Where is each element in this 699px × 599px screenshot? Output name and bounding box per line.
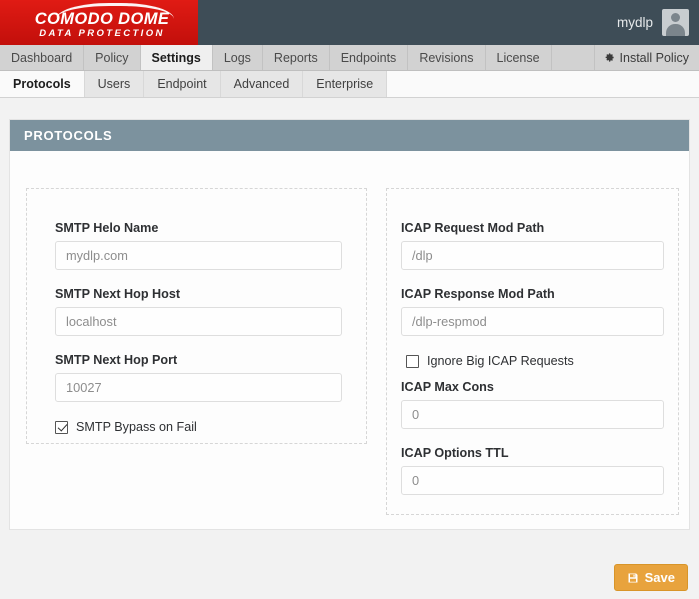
field-smtp-next-hop-host: SMTP Next Hop Host: [55, 287, 342, 336]
field-icap-response-mod-path: ICAP Response Mod Path: [401, 287, 664, 336]
subnav-spacer: [387, 71, 699, 97]
ignore-big-icap-requests-checkbox[interactable]: [406, 354, 419, 368]
nav-item-logs[interactable]: Logs: [212, 45, 263, 70]
smtp-bypass-on-fail-checkbox[interactable]: [55, 420, 68, 434]
nav-item-settings[interactable]: Settings: [140, 45, 213, 70]
subnav-item-protocols[interactable]: Protocols: [0, 71, 85, 97]
nav-item-license[interactable]: License: [485, 45, 552, 70]
icap-request-mod-path-input[interactable]: [401, 241, 664, 270]
user-avatar-icon[interactable]: [662, 9, 689, 36]
field-icap-max-cons: ICAP Max Cons: [401, 380, 664, 429]
comodo-dome-logo[interactable]: COMODO DOME DATA PROTECTION: [0, 0, 198, 45]
nav-item-revisions[interactable]: Revisions: [408, 45, 486, 70]
nav-item-reports[interactable]: Reports: [262, 45, 330, 70]
smtp-next-hop-port-input[interactable]: [55, 373, 342, 402]
ignore-big-icap-requests-label: Ignore Big ICAP Requests: [427, 354, 574, 368]
smtp-bypass-on-fail-label: SMTP Bypass on Fail: [76, 420, 197, 434]
icap-request-mod-path-label: ICAP Request Mod Path: [401, 221, 545, 235]
smtp-next-hop-port-label: SMTP Next Hop Port: [55, 353, 178, 367]
icap-max-cons-label: ICAP Max Cons: [401, 380, 494, 394]
user-menu[interactable]: mydlp: [617, 0, 689, 45]
subnav-item-enterprise[interactable]: Enterprise: [303, 71, 388, 97]
subnav-item-users[interactable]: Users: [84, 71, 145, 97]
icap-max-cons-input[interactable]: [401, 400, 664, 429]
icap-options-ttl-input[interactable]: [401, 466, 664, 495]
field-smtp-helo-name: SMTP Helo Name: [55, 221, 342, 270]
protocols-panel: PROTOCOLS SMTP Helo Name SMTP Next Hop H…: [9, 119, 690, 530]
subnav-item-endpoint[interactable]: Endpoint: [144, 71, 221, 97]
smtp-helo-name-input[interactable]: [55, 241, 342, 270]
top-header-bar: COMODO DOME DATA PROTECTION mydlp: [0, 0, 699, 45]
smtp-bypass-on-fail-row[interactable]: SMTP Bypass on Fail: [55, 420, 197, 434]
main-navigation: Dashboard Policy Settings Logs Reports E…: [0, 45, 699, 71]
protocols-form: SMTP Helo Name SMTP Next Hop Host SMTP N…: [10, 151, 689, 530]
logo-primary-text: COMODO DOME: [34, 10, 170, 28]
icap-options-ttl-label: ICAP Options TTL: [401, 446, 509, 460]
nav-item-policy[interactable]: Policy: [84, 45, 141, 70]
avatar-body-shape: [666, 24, 685, 36]
application-window: COMODO DOME DATA PROTECTION mydlp Dashbo…: [0, 0, 699, 599]
protocols-panel-header: PROTOCOLS: [10, 120, 689, 151]
smtp-next-hop-host-label: SMTP Next Hop Host: [55, 287, 181, 301]
nav-item-dashboard[interactable]: Dashboard: [0, 45, 85, 70]
save-disk-icon: [628, 573, 638, 582]
install-policy-button[interactable]: Install Policy: [594, 45, 699, 70]
smtp-helo-name-label: SMTP Helo Name: [55, 221, 159, 235]
subnav-item-advanced[interactable]: Advanced: [220, 71, 304, 97]
user-name-label: mydlp: [616, 15, 653, 30]
panel-title: PROTOCOLS: [24, 128, 113, 143]
nav-spacer: [551, 45, 595, 70]
ignore-big-icap-requests-row[interactable]: Ignore Big ICAP Requests: [406, 354, 574, 368]
avatar-head-shape: [671, 13, 680, 22]
nav-item-endpoints[interactable]: Endpoints: [329, 45, 409, 70]
field-icap-options-ttl: ICAP Options TTL: [401, 446, 664, 495]
icap-response-mod-path-input[interactable]: [401, 307, 664, 336]
save-button-label: Save: [644, 570, 675, 585]
field-icap-request-mod-path: ICAP Request Mod Path: [401, 221, 664, 270]
smtp-next-hop-host-input[interactable]: [55, 307, 342, 336]
icap-response-mod-path-label: ICAP Response Mod Path: [401, 287, 555, 301]
install-policy-label: Install Policy: [619, 50, 689, 65]
settings-sub-navigation: Protocols Users Endpoint Advanced Enterp…: [0, 71, 699, 98]
gear-icon: [605, 53, 614, 62]
field-smtp-next-hop-port: SMTP Next Hop Port: [55, 353, 342, 402]
footer-action-bar: Save: [0, 540, 699, 599]
save-button[interactable]: Save: [613, 564, 688, 591]
logo-secondary-text: DATA PROTECTION: [39, 28, 165, 39]
